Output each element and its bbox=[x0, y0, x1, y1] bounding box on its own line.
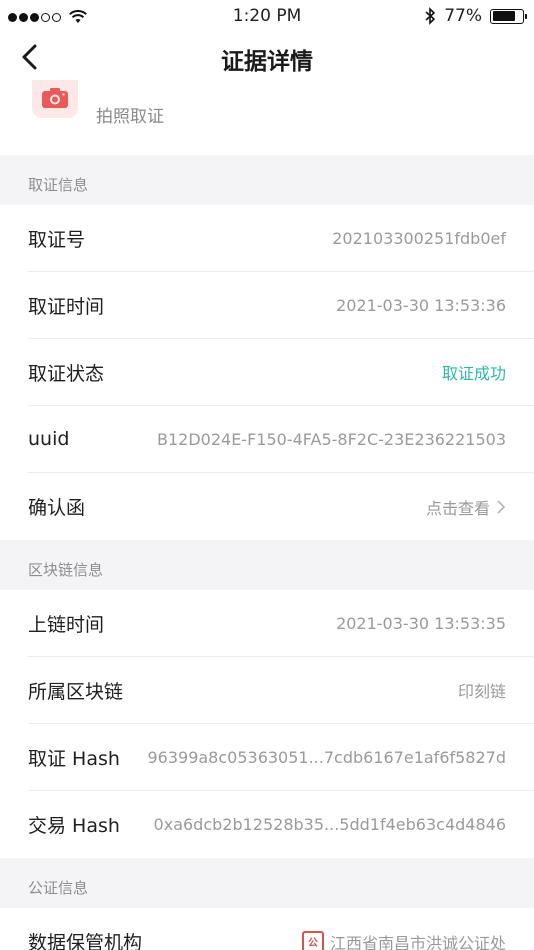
camera-icon bbox=[32, 80, 78, 118]
row-evidence-time: 取证时间 2021-03-30 13:53:36 bbox=[28, 272, 534, 339]
section-title-notary: 公证信息 bbox=[28, 879, 89, 897]
evidence-status-badge: 取证成功 bbox=[441, 364, 506, 383]
evidence-number-value: 202103300251fdb0ef bbox=[332, 228, 506, 248]
bluetooth-icon bbox=[425, 7, 436, 25]
row-label: 取证号 bbox=[28, 228, 86, 251]
row-label: 取证状态 bbox=[28, 362, 105, 385]
blockchain-info-group: 上链时间 2021-03-30 13:53:35 所属区块链 印刻链 取证 Ha… bbox=[0, 590, 534, 858]
section-title-evidence: 取证信息 bbox=[28, 176, 89, 194]
row-custodian: 数据保管机构 公 江西省南昌市洪诚公证处 bbox=[28, 908, 534, 950]
row-label: 交易 Hash bbox=[28, 815, 120, 837]
row-confirmation-letter[interactable]: 确认函 点击查看 bbox=[28, 473, 534, 540]
row-label: 数据保管机构 bbox=[28, 932, 143, 950]
transaction-hash-value: 0xa6dcb2b12528b35...5dd1f4eb63c4d4846 bbox=[153, 815, 506, 834]
custodian-value: 公 江西省南昌市洪诚公证处 bbox=[301, 930, 506, 950]
row-label: uuid bbox=[28, 428, 70, 450]
uuid-value: B12D024E-F150-4FA5-8F2C-23E236221503 bbox=[157, 429, 506, 449]
view-link-label: 点击查看 bbox=[425, 498, 490, 518]
page-title: 证据详情 bbox=[221, 49, 313, 75]
detail-content: 拍照取证 取证信息 取证号 202103300251fdb0ef 取证时间 20… bbox=[0, 80, 534, 950]
row-label: 确认函 bbox=[28, 497, 86, 519]
row-blockchain-name: 所属区块链 印刻链 bbox=[28, 657, 534, 724]
view-confirmation-link[interactable]: 点击查看 bbox=[426, 495, 506, 519]
navigation-bar: 证据详情 bbox=[0, 34, 534, 80]
battery-percent: 77% bbox=[444, 6, 482, 26]
evidence-info-group: 取证号 202103300251fdb0ef 取证时间 2021-03-30 1… bbox=[0, 205, 534, 540]
row-chain-time: 上链时间 2021-03-30 13:53:35 bbox=[28, 590, 534, 657]
chevron-right-icon bbox=[497, 499, 506, 514]
custodian-name: 江西省南昌市洪诚公证处 bbox=[329, 933, 506, 950]
evidence-hash-value: 96399a8c05363051...7cdb6167e1af6f5827d bbox=[147, 747, 506, 767]
row-evidence-number: 取证号 202103300251fdb0ef bbox=[28, 205, 534, 272]
status-bar: 1:20 PM 77% bbox=[0, 0, 534, 34]
row-uuid: uuid B12D024E-F150-4FA5-8F2C-23E23622150… bbox=[28, 406, 534, 473]
row-label: 上链时间 bbox=[28, 613, 105, 636]
battery-icon bbox=[490, 8, 527, 24]
section-title-blockchain: 区块链信息 bbox=[28, 561, 104, 579]
row-evidence-hash: 取证 Hash 96399a8c05363051...7cdb6167e1af6… bbox=[28, 724, 534, 791]
chain-time-value: 2021-03-30 13:53:35 bbox=[336, 613, 506, 633]
row-label: 所属区块链 bbox=[28, 680, 124, 703]
notary-info-group: 数据保管机构 公 江西省南昌市洪诚公证处 bbox=[0, 908, 534, 950]
row-label: 取证 Hash bbox=[28, 747, 120, 770]
blockchain-name-value: 印刻链 bbox=[457, 682, 506, 701]
evidence-time-value: 2021-03-30 13:53:36 bbox=[336, 295, 506, 315]
evidence-type-label: 拍照取证 bbox=[96, 107, 164, 127]
row-evidence-status: 取证状态 取证成功 bbox=[28, 339, 534, 406]
row-label: 取证时间 bbox=[28, 295, 105, 318]
notary-seal-icon: 公 bbox=[301, 930, 324, 950]
evidence-type-card: 拍照取证 bbox=[0, 80, 534, 155]
row-transaction-hash: 交易 Hash 0xa6dcb2b12528b35...5dd1f4eb63c4… bbox=[28, 791, 534, 858]
